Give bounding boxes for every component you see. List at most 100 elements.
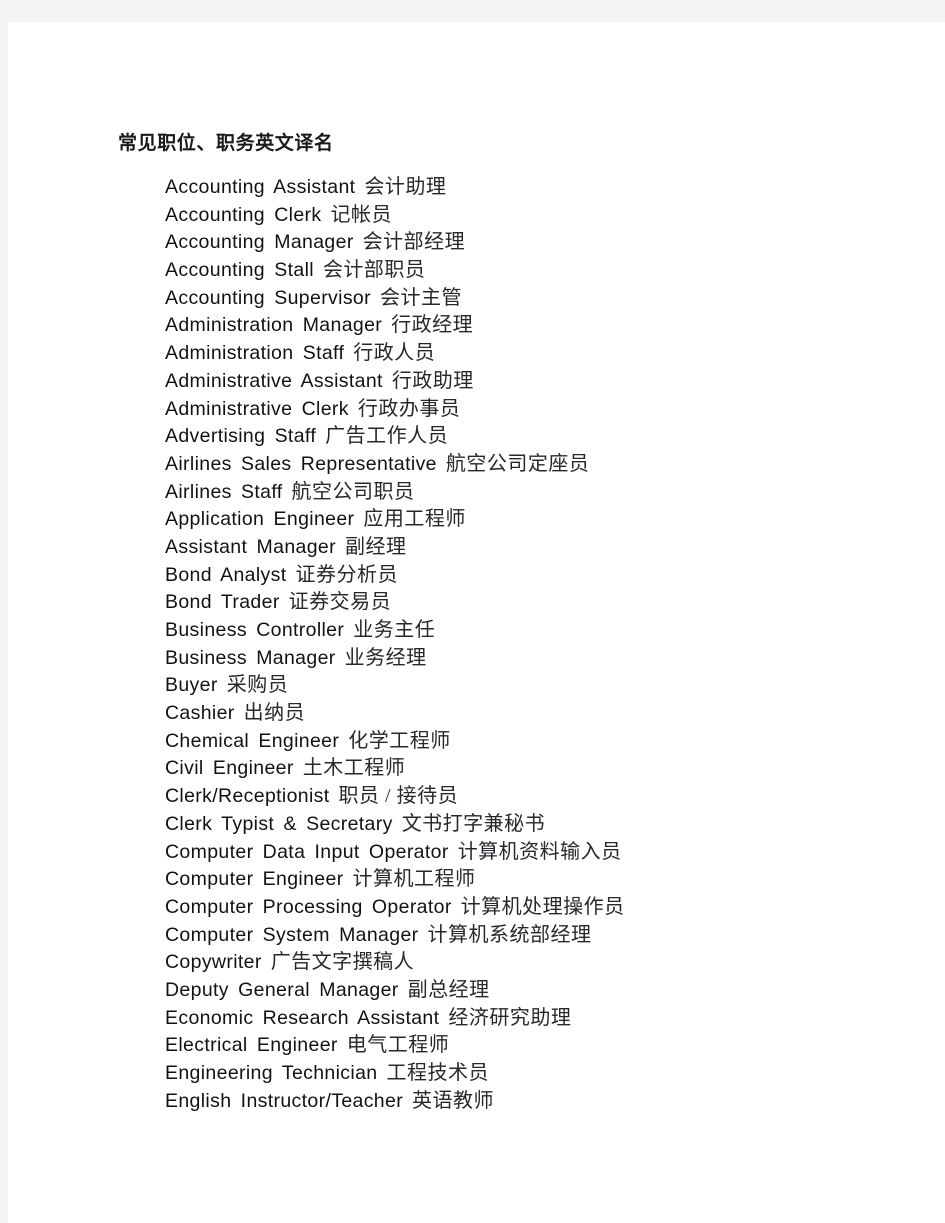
list-item: Buyer 采购员: [165, 672, 625, 700]
entry-chinese-translation: 工程技术员: [386, 1062, 489, 1084]
entry-chinese-translation: 经济研究助理: [448, 1006, 572, 1029]
entry-chinese-translation: 会计部经理: [362, 231, 466, 254]
entry-english-term: Advertising Staff: [165, 425, 317, 448]
entry-english-term: Clerk Typist & Secretary: [165, 812, 393, 835]
list-item: Deputy General Manager 副总经理: [165, 977, 625, 1005]
entry-english-term: Bond Analyst: [165, 563, 287, 586]
list-item: Accounting Assistant 会计助理: [165, 174, 625, 202]
entry-english-term: Copywriter: [165, 951, 262, 974]
list-item: English Instructor/Teacher 英语教师: [165, 1088, 625, 1116]
entry-chinese-translation: 副总经理: [407, 978, 490, 1001]
list-item: Computer System Manager 计算机系统部经理: [165, 922, 625, 950]
entry-english-term: Administrative Assistant: [165, 369, 383, 392]
list-item: Economic Research Assistant 经济研究助理: [165, 1005, 625, 1033]
list-item: Civil Engineer 土木工程师: [165, 755, 625, 783]
list-item: Application Engineer 应用工程师: [165, 506, 625, 534]
entry-chinese-translation: 会计主管: [379, 286, 462, 309]
entry-english-term: English Instructor/Teacher: [165, 1089, 404, 1112]
entry-chinese-translation: 化学工程师: [348, 729, 451, 752]
list-item: Assistant Manager 副经理: [165, 534, 625, 562]
entry-chinese-translation: 广告文字撰稿人: [270, 951, 415, 974]
entry-chinese-translation: 计算机资料输入员: [457, 840, 622, 863]
list-item: Computer Engineer 计算机工程师: [165, 866, 625, 894]
list-item: Business Controller 业务主任: [165, 617, 625, 645]
list-item: Administrative Assistant 行政助理: [165, 368, 625, 396]
entry-english-term: Accounting Manager: [165, 231, 354, 254]
entry-english-term: Chemical Engineer: [165, 729, 340, 752]
entry-chinese-translation: 计算机工程师: [352, 868, 476, 891]
list-item: Business Manager 业务经理: [165, 645, 625, 673]
list-item: Computer Processing Operator 计算机处理操作员: [165, 894, 625, 922]
entry-english-term: Civil Engineer: [165, 757, 294, 780]
entry-chinese-translation: 应用工程师: [363, 508, 466, 531]
entry-english-term: Accounting Stall: [165, 259, 314, 282]
list-item: Accounting Manager 会计部经理: [165, 229, 625, 257]
entry-english-term: Computer Data Input Operator: [165, 840, 449, 863]
list-item: Engineering Technician 工程技术员: [165, 1060, 625, 1088]
list-item: Advertising Staff 广告工作人员: [165, 423, 625, 451]
entry-english-term: Accounting Assistant: [165, 176, 356, 198]
entry-chinese-translation: 会计助理: [364, 176, 447, 198]
list-item: Bond Analyst 证券分析员: [165, 562, 625, 590]
page-title: 常见职位、职务英文译名: [118, 132, 334, 154]
entry-chinese-translation: 行政办事员: [357, 397, 461, 420]
entry-chinese-translation: 出纳员: [243, 702, 306, 725]
list-item: Bond Trader 证券交易员: [165, 589, 625, 617]
list-item: Cashier 出纳员: [165, 700, 625, 728]
entry-english-term: Accounting Supervisor: [165, 286, 371, 309]
entry-chinese-translation: 文书打字兼秘书: [401, 812, 546, 835]
list-item: Administration Staff 行政人员: [165, 340, 625, 368]
entry-english-term: Engineering Technician: [165, 1062, 378, 1084]
list-item: Accounting Supervisor 会计主管: [165, 285, 625, 313]
list-item: Accounting Clerk 记帐员: [165, 202, 625, 230]
list-item: Electrical Engineer 电气工程师: [165, 1032, 625, 1060]
entry-english-term: Business Manager: [165, 646, 336, 669]
entry-chinese-translation: 土木工程师: [302, 757, 406, 780]
entry-english-term: Administration Staff: [165, 342, 345, 365]
entry-chinese-translation: 职员 / 接待员: [338, 785, 459, 808]
list-item: Copywriter 广告文字撰稿人: [165, 949, 625, 977]
entry-english-term: Computer System Manager: [165, 923, 419, 946]
list-item: Administrative Clerk 行政办事员: [165, 396, 625, 424]
entry-english-term: Airlines Staff: [165, 480, 283, 503]
entry-english-term: Assistant Manager: [165, 535, 336, 558]
entry-english-term: Buyer: [165, 674, 218, 697]
entry-chinese-translation: 采购员: [226, 674, 289, 697]
entry-english-term: Business Controller: [165, 619, 345, 641]
document-page: 常见职位、职务英文译名 Accounting Assistant 会计助理 Acco…: [8, 22, 945, 1223]
entry-chinese-translation: 业务经理: [344, 646, 427, 669]
entry-chinese-translation: 英语教师: [412, 1089, 495, 1112]
list-item: Chemical Engineer 化学工程师: [165, 728, 625, 756]
entry-english-term: Computer Engineer: [165, 868, 344, 891]
list-item: Airlines Staff 航空公司职员: [165, 479, 625, 507]
entry-chinese-translation: 记帐员: [330, 203, 393, 226]
job-title-list: Accounting Assistant 会计助理 Accounting Clerk…: [165, 174, 625, 1115]
entry-chinese-translation: 会计部职员: [322, 259, 426, 282]
entry-english-term: Computer Processing Operator: [165, 895, 452, 918]
entry-chinese-translation: 计算机处理操作员: [460, 895, 625, 918]
entry-english-term: Accounting Clerk: [165, 203, 322, 226]
entry-english-term: Electrical Engineer: [165, 1034, 338, 1057]
entry-chinese-translation: 证券交易员: [288, 591, 392, 614]
entry-english-term: Economic Research Assistant: [165, 1006, 440, 1029]
entry-chinese-translation: 电气工程师: [346, 1034, 450, 1057]
list-item: Clerk Typist & Secretary 文书打字兼秘书: [165, 811, 625, 839]
entry-english-term: Bond Trader: [165, 591, 280, 614]
entry-english-term: Clerk/Receptionist: [165, 785, 330, 808]
entry-chinese-translation: 行政经理: [391, 314, 474, 337]
entry-english-term: Cashier: [165, 702, 235, 725]
entry-english-term: Application Engineer: [165, 508, 355, 531]
entry-english-term: Administration Manager: [165, 314, 383, 337]
list-item: Administration Manager 行政经理: [165, 312, 625, 340]
entry-chinese-translation: 业务主任: [353, 619, 436, 641]
entry-chinese-translation: 行政人员: [353, 342, 436, 365]
entry-chinese-translation: 计算机系统部经理: [427, 923, 592, 946]
entry-chinese-translation: 航空公司职员: [291, 480, 415, 503]
entry-english-term: Airlines Sales Representative: [165, 452, 437, 475]
entry-english-term: Administrative Clerk: [165, 397, 349, 420]
list-item: Airlines Sales Representative 航空公司定座员: [165, 451, 625, 479]
entry-chinese-translation: 副经理: [344, 535, 407, 558]
entry-chinese-translation: 广告工作人员: [325, 425, 449, 448]
entry-chinese-translation: 航空公司定座员: [445, 452, 590, 475]
list-item: Computer Data Input Operator 计算机资料输入员: [165, 839, 625, 867]
